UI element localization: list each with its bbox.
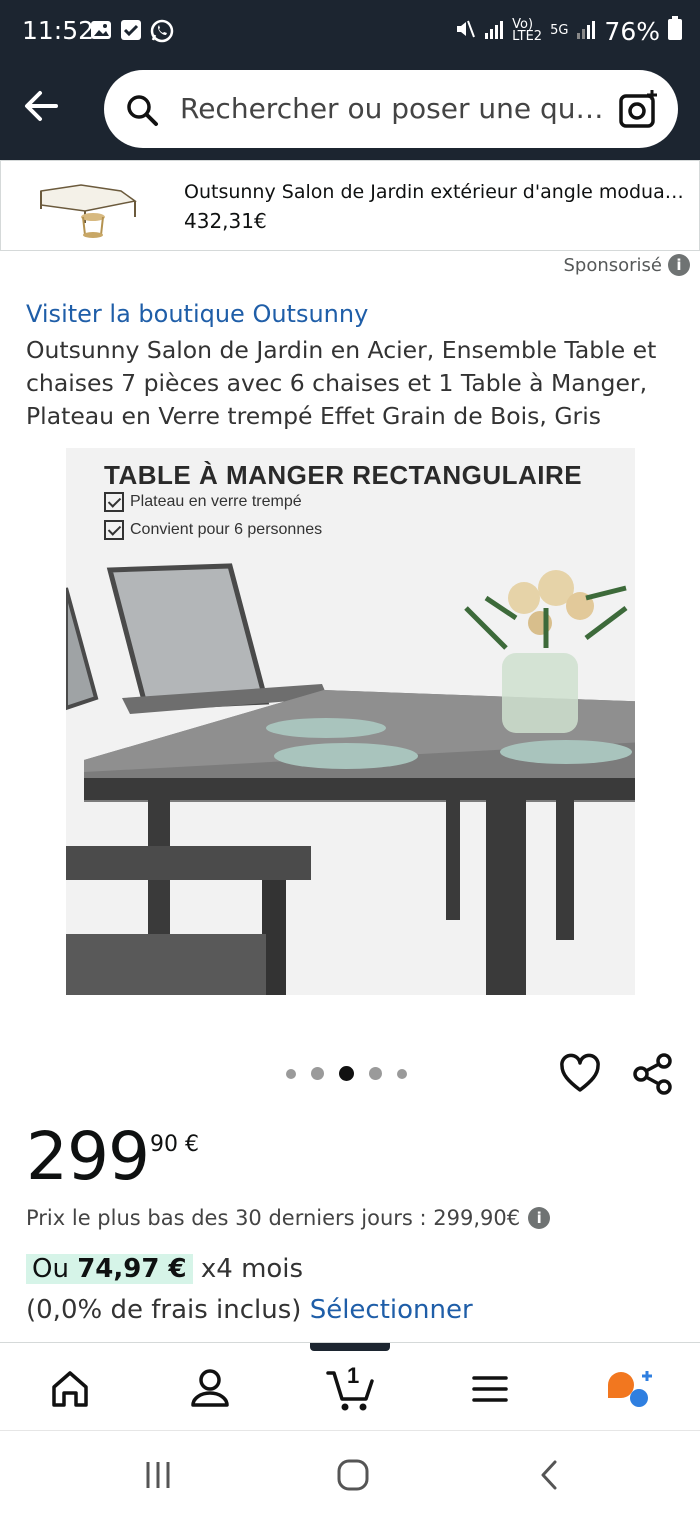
- camera-search-icon[interactable]: [618, 88, 660, 130]
- checkbox-icon: [104, 520, 124, 540]
- back-arrow-icon: [25, 91, 58, 121]
- checkbox-icon: [104, 492, 124, 512]
- sponsored-product-title[interactable]: Outsunny Salon de Jardin extérieur d'ang…: [184, 181, 694, 203]
- volte-label: Vo) LTE2: [512, 18, 543, 44]
- active-tab-indicator: [310, 1343, 390, 1351]
- recent-apps-button[interactable]: [140, 1457, 176, 1493]
- bottom-navigation: 1: [0, 1342, 700, 1430]
- nav-home[interactable]: [46, 1365, 94, 1413]
- lowest-price-info[interactable]: Prix le plus bas des 30 derniers jours :…: [26, 1206, 551, 1230]
- fees-text: (0,0% de frais inclus): [26, 1295, 302, 1325]
- visit-store-link[interactable]: Visiter la boutique Outsunny: [26, 300, 368, 328]
- menu-icon: [472, 1376, 508, 1402]
- image-feature-text: Plateau en verre trempé: [130, 493, 302, 510]
- nav-rufus[interactable]: [604, 1365, 652, 1413]
- network-5g-label: 5G: [550, 23, 569, 38]
- sponsored-label[interactable]: Sponsorisé i: [563, 254, 690, 276]
- gallery-icon: [90, 19, 112, 41]
- sponsored-text: Sponsorisé: [563, 254, 662, 276]
- carousel-dot[interactable]: [286, 1068, 296, 1079]
- wishlist-button[interactable]: [558, 1052, 602, 1096]
- battery-percent: 76%: [604, 16, 660, 46]
- installment-prefix: Ou: [32, 1254, 69, 1284]
- home-circle-icon: [337, 1459, 369, 1491]
- product-title: Outsunny Salon de Jardin en Acier, Ensem…: [26, 336, 657, 430]
- image-feature-1: Plateau en verre trempé: [104, 492, 302, 512]
- status-bar: 11:52 Vo) LTE2 5G 76%: [0, 0, 700, 64]
- image-heading: TABLE À MANGER RECTANGULAIRE: [104, 460, 583, 490]
- sponsored-product-thumbnail: [40, 184, 137, 238]
- back-system-button[interactable]: [532, 1457, 568, 1493]
- heart-icon: [560, 1053, 600, 1092]
- installment-highlight: Ou 74,97 €: [26, 1254, 193, 1284]
- lowest-price-text: Prix le plus bas des 30 derniers jours :…: [26, 1206, 521, 1230]
- recent-apps-icon: [146, 1462, 170, 1488]
- carousel-dot[interactable]: [397, 1068, 407, 1079]
- carousel-dot[interactable]: [369, 1067, 382, 1080]
- image-feature-2: Convient pour 6 personnes: [104, 520, 322, 540]
- status-right: Vo) LTE2 5G 76%: [454, 16, 682, 46]
- share-button[interactable]: [632, 1052, 676, 1096]
- sponsored-product-banner[interactable]: Outsunny Salon de Jardin extérieur d'ang…: [0, 160, 700, 251]
- price-whole: 299: [26, 1118, 150, 1195]
- search-bar[interactable]: Rechercher ou poser une que...: [104, 70, 678, 148]
- select-installment-link[interactable]: Sélectionner: [310, 1295, 473, 1325]
- rufus-assistant-icon: [608, 1371, 652, 1407]
- search-input[interactable]: Rechercher ou poser une que...: [180, 92, 610, 125]
- image-feature-text: Convient pour 6 personnes: [130, 521, 323, 538]
- home-system-button[interactable]: [335, 1457, 371, 1493]
- installment-suffix: x4 mois: [200, 1254, 304, 1284]
- whatsapp-icon: [150, 19, 174, 43]
- info-icon: i: [528, 1207, 551, 1229]
- sponsored-product-price: 432,31€: [184, 209, 267, 233]
- carousel-dot-active[interactable]: [339, 1066, 354, 1081]
- mute-icon: [454, 17, 476, 46]
- home-icon: [52, 1371, 88, 1407]
- status-time: 11:52: [22, 16, 95, 45]
- price-fraction: 90 €: [150, 1132, 199, 1157]
- installment-amount: 74,97 €: [77, 1254, 187, 1284]
- battery-icon: [668, 16, 682, 46]
- checkbox-notification-icon: [120, 19, 142, 41]
- volte-bottom: LTE2: [512, 29, 543, 44]
- search-icon: [127, 95, 158, 126]
- signal-icon-2: [576, 17, 596, 46]
- search-header: Rechercher ou poser une que...: [0, 64, 700, 160]
- carousel-dots[interactable]: [286, 1066, 407, 1081]
- system-navigation-bar: [0, 1430, 700, 1517]
- notification-icons: [90, 19, 174, 43]
- product-image[interactable]: TABLE À MANGER RECTANGULAIRE Plateau en …: [66, 448, 635, 995]
- nav-account[interactable]: [186, 1365, 234, 1413]
- signal-icon-1: [484, 17, 504, 46]
- info-icon: i: [668, 254, 690, 276]
- nav-menu[interactable]: [466, 1365, 514, 1413]
- installment-fees: (0,0% de frais inclus) Sélectionner: [26, 1295, 473, 1325]
- nav-cart[interactable]: 1: [326, 1363, 378, 1413]
- carousel-dot[interactable]: [311, 1067, 324, 1080]
- installment-offer: Ou 74,97 € x4 mois: [26, 1254, 303, 1284]
- back-chevron-icon: [541, 1460, 557, 1490]
- back-button[interactable]: [20, 84, 64, 128]
- share-icon: [633, 1053, 672, 1095]
- cart-count: 1: [347, 1363, 360, 1388]
- account-icon: [191, 1369, 229, 1407]
